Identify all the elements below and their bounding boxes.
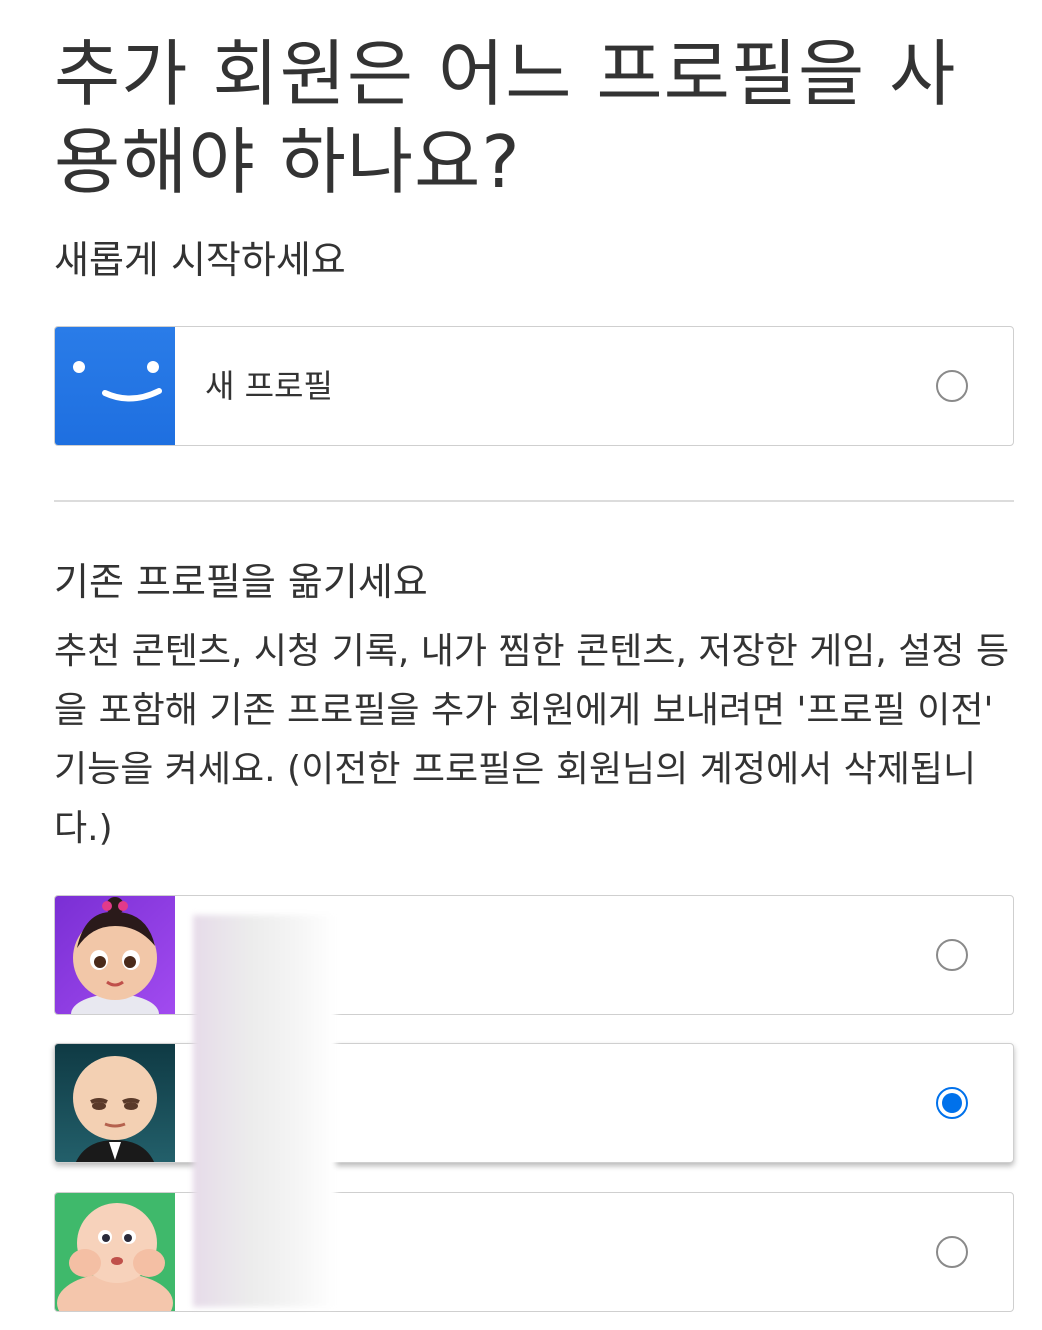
transfer-description: 추천 콘텐츠, 시청 기록, 내가 찜한 콘텐츠, 저장한 게임, 설정 등을 … — [54, 631, 1010, 849]
baby-girl-avatar — [55, 896, 175, 1014]
profile-radio-3[interactable] — [936, 1236, 968, 1268]
boss-baby-avatar — [55, 1044, 175, 1162]
page-title: 추가 회원은 어느 프로필을 사용해야 하나요? — [54, 32, 957, 204]
transfer-section-heading: 기존 프로필을 옮기세요 — [54, 560, 428, 604]
profile-radio-2[interactable] — [936, 1087, 968, 1119]
new-profile-label: 새 프로필 — [205, 367, 333, 405]
smile-face-icon — [55, 327, 175, 445]
redaction-blur — [193, 915, 336, 1307]
new-section-heading: 새롭게 시작하세요 — [54, 238, 346, 282]
new-profile-option[interactable]: 새 프로필 — [54, 326, 1014, 446]
section-divider — [54, 500, 1014, 502]
profile-radio-1[interactable] — [936, 939, 968, 971]
new-profile-radio[interactable] — [936, 370, 968, 402]
chubby-baby-avatar — [55, 1193, 175, 1311]
